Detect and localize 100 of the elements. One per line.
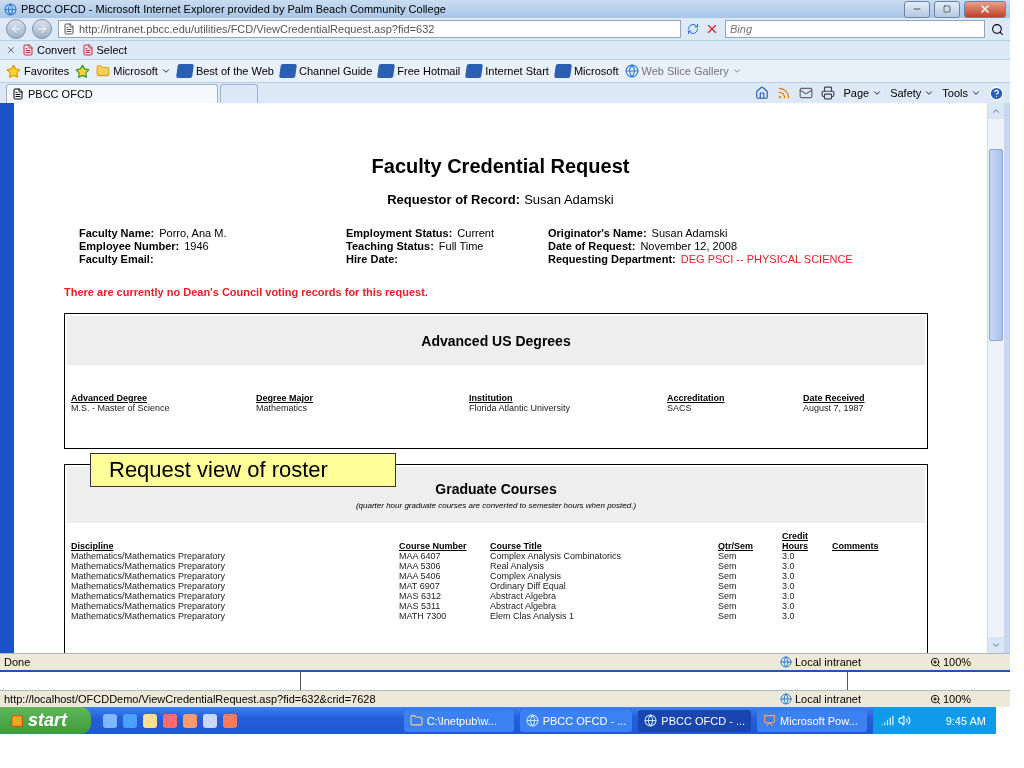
globe-icon: [780, 693, 792, 705]
arrow-right-icon: [36, 23, 48, 35]
scroll-thumb[interactable]: [989, 149, 1003, 341]
zoom-icon[interactable]: [930, 656, 941, 668]
column-header: Course Title: [490, 541, 542, 551]
taskbar-button[interactable]: PBCC OFCD - ...: [638, 709, 752, 732]
section-title: Advanced US Degrees: [421, 332, 571, 349]
favorites-link[interactable]: Channel Guide: [279, 64, 373, 78]
back-button[interactable]: [6, 19, 26, 39]
mail-icon[interactable]: [799, 86, 814, 100]
table-cell-text: Ordinary Diff Equal: [490, 581, 567, 591]
table-cell-text: Sem: [718, 601, 738, 611]
column-header: Course Number: [399, 541, 467, 551]
column-header: Credit Hours: [782, 531, 809, 551]
table-cell-text: Real Analysis: [490, 561, 546, 571]
table-cell-text: MAA 5406: [399, 571, 442, 581]
field-label: Employee Number:: [79, 240, 180, 253]
field-value: November 12, 2008: [640, 240, 738, 253]
close-button[interactable]: [964, 0, 1006, 18]
field-label: Faculty Email:: [79, 253, 154, 266]
table-cell-text: Complex Analysis: [490, 571, 563, 581]
table-cell-text: M.S. - Master of Science: [71, 403, 171, 413]
page-title: Faculty Credential Request: [370, 155, 631, 178]
search-icon[interactable]: [991, 22, 1004, 36]
table-cell-text: MAS 6312: [399, 591, 443, 601]
logo-icon: [175, 64, 194, 78]
table-cell-text: Mathematics/Mathematics Preparatory: [71, 561, 227, 571]
maximize-button[interactable]: [934, 0, 960, 18]
favorites-button[interactable]: Favorites: [6, 63, 70, 79]
app-icon[interactable]: [123, 713, 138, 728]
globe-icon: [624, 64, 639, 78]
add-favorite-icon[interactable]: [75, 63, 91, 79]
minimize-button[interactable]: [904, 0, 930, 18]
refresh-icon[interactable]: [687, 23, 699, 35]
print-icon[interactable]: [821, 86, 836, 100]
favorites-link[interactable]: Microsoft: [554, 64, 619, 78]
taskbar-button[interactable]: PBCC OFCD - ...: [519, 709, 633, 732]
search-field[interactable]: Bing: [725, 20, 985, 38]
menu-button[interactable]: Tools: [942, 87, 981, 99]
app-icon[interactable]: [203, 713, 218, 728]
menu-button[interactable]: Safety: [890, 87, 935, 99]
app-icon[interactable]: [183, 713, 198, 728]
toolbar-button[interactable]: Convert: [22, 44, 76, 56]
status-text: Done: [4, 656, 32, 668]
caret-icon: [924, 88, 935, 98]
close-icon[interactable]: [6, 45, 16, 55]
table-cell-text: August 7, 1987: [803, 403, 865, 413]
scroll-down-icon[interactable]: [991, 640, 1001, 650]
favorites-link[interactable]: Web Slice Gallery: [624, 64, 742, 78]
caret-icon: [731, 66, 742, 76]
zoom-level[interactable]: 100%: [943, 656, 972, 668]
zoom-level[interactable]: 100%: [943, 693, 972, 705]
address-field[interactable]: http://intranet.pbcc.edu/utilities/FCD/ViewCredentialRequest.asp?fid=632: [58, 20, 681, 38]
app-icon[interactable]: [163, 713, 178, 728]
scroll-up-icon[interactable]: [991, 106, 1001, 116]
section-subtitle: (quarter hour graduate courses are converted to semester hours when posted.): [355, 500, 637, 510]
zone-label: Local intranet: [795, 693, 862, 705]
caret-icon: [971, 88, 981, 98]
table-cell-text: Mathematics/Mathematics Preparatory: [71, 571, 227, 581]
table-cell-text: 3.0: [782, 581, 796, 591]
field-value: Current: [457, 227, 495, 240]
feeds-icon[interactable]: [777, 86, 792, 100]
taskbar-button[interactable]: Microsoft Pow...: [757, 709, 868, 732]
toolbar-button[interactable]: Select: [81, 44, 128, 56]
folder-icon: [409, 714, 423, 727]
table-cell-text: 3.0: [782, 591, 796, 601]
signal-icon: [881, 714, 895, 727]
favorites-link[interactable]: Internet Start: [466, 64, 549, 78]
help-icon[interactable]: [989, 85, 1004, 101]
app-icon[interactable]: [223, 713, 238, 728]
field-label: Employment Status:: [346, 227, 453, 240]
browser-tab[interactable]: PBCC OFCD: [6, 84, 218, 103]
column-header: Comments: [832, 541, 879, 551]
forward-button[interactable]: [32, 19, 52, 39]
star-icon: [6, 63, 21, 79]
table-cell-text: 3.0: [782, 601, 796, 611]
column-header: Advanced Degree: [71, 393, 148, 403]
table-cell-text: Sem: [718, 591, 738, 601]
app-icon[interactable]: [103, 713, 118, 728]
favorites-link[interactable]: Free Hotmail: [378, 64, 461, 78]
callout-note: Request view of roster: [90, 453, 396, 487]
stop-icon[interactable]: [705, 22, 719, 36]
notice-text: There are currently no Dean's Council voting records for this request.: [63, 286, 429, 298]
folder-icon: [96, 64, 111, 78]
taskbar-button[interactable]: C:\Inetpub\w...: [403, 709, 514, 732]
column-header: Discipline: [71, 541, 114, 551]
menu-button[interactable]: Page: [843, 87, 883, 99]
app-icon[interactable]: [143, 713, 158, 728]
scrollbar[interactable]: [987, 103, 1004, 653]
page-icon: [63, 23, 75, 35]
table-cell-text: Sem: [718, 571, 738, 581]
favorites-link[interactable]: Best of the Web: [176, 64, 274, 78]
browser-tab[interactable]: [220, 84, 258, 103]
zoom-icon[interactable]: [930, 693, 941, 705]
home-icon[interactable]: [755, 86, 770, 100]
favorites-folder[interactable]: Microsoft: [96, 64, 171, 78]
arrow-left-icon: [10, 23, 22, 35]
column-header: Degree Major: [256, 393, 314, 403]
field-label: Hire Date:: [346, 253, 398, 266]
table-cell-text: Mathematics/Mathematics Preparatory: [71, 611, 227, 621]
